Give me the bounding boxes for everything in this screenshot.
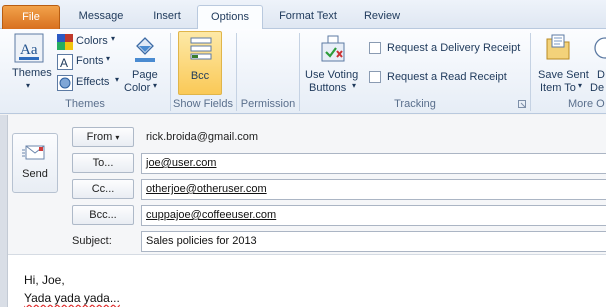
bcc-field[interactable]: cuppajoe@coffeeuser.com: [141, 205, 606, 226]
to-recipient[interactable]: joe@user.com: [146, 157, 216, 169]
bcc-field-button[interactable]: Bcc...: [72, 205, 134, 225]
subject-label: Subject:: [72, 235, 112, 247]
tab-options[interactable]: Options: [197, 5, 263, 30]
bcc-recipient[interactable]: cuppajoe@coffeeuser.com: [146, 209, 276, 221]
subject-field[interactable]: Sales policies for 2013: [141, 231, 606, 252]
tab-review[interactable]: Review: [352, 5, 412, 29]
effects-icon: [57, 75, 73, 91]
themes-label: Themes: [12, 67, 52, 79]
group-label-permission: Permission: [240, 98, 296, 110]
use-voting-label: Use Voting: [305, 69, 359, 81]
chevron-down-icon: ▾: [26, 81, 31, 90]
delivery-receipt-label: Request a Delivery Receipt: [387, 42, 521, 54]
group-label-more-options: More O: [568, 98, 605, 110]
chevron-down-icon: ▾: [578, 81, 583, 90]
save-sent-label-2: Item To: [540, 82, 576, 94]
ribbon: Aa Themes ▾ Colors ▾ A Fonts ▾ Effects ▾: [0, 29, 606, 114]
svg-text:Aa: Aa: [20, 42, 38, 58]
group-separator: [530, 33, 531, 111]
read-receipt-checkbox[interactable]: [369, 71, 381, 83]
use-voting-label-2: Buttons: [309, 82, 347, 94]
read-receipt-label: Request a Read Receipt: [387, 71, 507, 83]
delivery-receipt-checkbox[interactable]: [369, 42, 381, 54]
voting-ballot-icon: [321, 35, 345, 62]
tab-message[interactable]: Message: [66, 5, 136, 29]
save-folder-icon: [546, 34, 570, 60]
colors-label: Colors: [76, 35, 108, 47]
send-envelope-icon: [22, 145, 45, 160]
color-palette-icon: [57, 34, 73, 50]
to-field[interactable]: joe@user.com: [141, 153, 606, 174]
from-value: rick.broida@gmail.com: [146, 131, 259, 143]
cc-field[interactable]: otherjoe@otheruser.com: [141, 179, 606, 200]
chevron-down-icon: ▾: [106, 54, 111, 63]
chevron-down-icon: ▾: [111, 34, 116, 43]
chevron-down-icon: ▾: [352, 81, 357, 90]
effects-label: Effects: [76, 76, 110, 88]
delay-label: D: [597, 69, 605, 81]
tab-insert[interactable]: Insert: [140, 5, 194, 29]
delay-label-2: De: [590, 82, 605, 94]
ribbon-tab-bar: File Message Insert Options Format Text …: [0, 0, 606, 30]
bcc-fields-icon: [190, 37, 212, 60]
page-color-label-2: Color: [124, 82, 151, 94]
body-line-1[interactable]: Hi, Joe,: [24, 273, 65, 287]
page-color-label: Page: [132, 69, 158, 81]
clock-icon: [594, 37, 606, 59]
subject-value: Sales policies for 2013: [146, 235, 257, 247]
dialog-launcher-icon[interactable]: [518, 100, 526, 108]
left-border: [0, 115, 8, 307]
compose-area: Send From ▾ rick.broida@gmail.com To... …: [0, 115, 606, 307]
group-label-tracking: Tracking: [394, 98, 436, 110]
chevron-down-icon: ▾: [153, 81, 158, 90]
send-label: Send: [22, 168, 48, 180]
chevron-down-icon: ▾: [115, 75, 120, 84]
bcc-label: Bcc: [190, 70, 210, 82]
from-label: From: [86, 131, 113, 143]
group-label-show-fields: Show Fields: [173, 98, 233, 110]
tab-format-text[interactable]: Format Text: [268, 5, 348, 29]
cc-recipient[interactable]: otherjoe@otheruser.com: [146, 183, 267, 195]
tab-file[interactable]: File: [2, 5, 60, 29]
svg-text:A: A: [60, 56, 68, 70]
themes-icon: Aa: [14, 33, 44, 63]
bcc-button[interactable]: Bcc: [178, 31, 222, 95]
chevron-down-icon: ▾: [115, 133, 120, 142]
cc-button[interactable]: Cc...: [72, 179, 134, 199]
save-sent-label: Save Sent: [538, 69, 589, 81]
send-button[interactable]: Send: [12, 133, 58, 193]
body-line-2[interactable]: Yada yada yada...: [24, 291, 120, 305]
fonts-label: Fonts: [76, 55, 104, 67]
to-button[interactable]: To...: [72, 153, 134, 173]
paint-bucket-icon: [135, 37, 155, 62]
group-label-themes: Themes: [65, 98, 105, 110]
from-button[interactable]: From ▾: [72, 127, 134, 147]
font-icon: A: [57, 54, 73, 70]
